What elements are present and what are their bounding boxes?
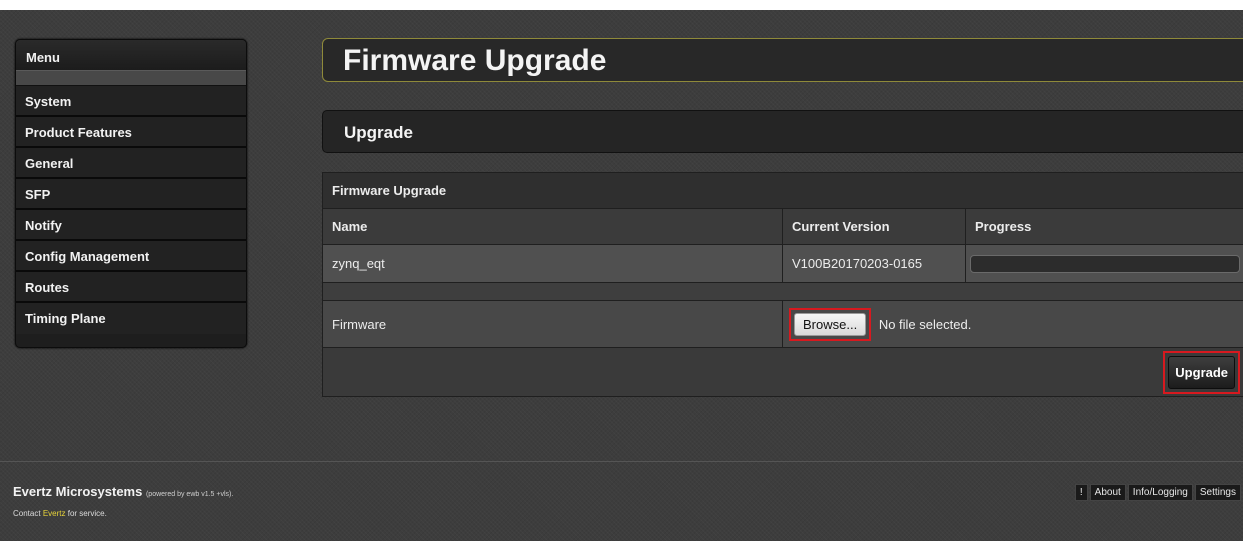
browse-button[interactable]: Browse... <box>794 312 867 336</box>
sidebar-item-product-features[interactable]: Product Features <box>16 117 246 148</box>
firmware-file-row: Firmware Browse... No file selected. <box>322 300 1243 348</box>
footer-brand: Evertz Microsystems (powered by ewb v1.5… <box>13 484 233 499</box>
column-header-progress: Progress <box>964 208 1243 245</box>
firmware-label: Firmware <box>322 300 783 348</box>
sidebar-item-system[interactable]: System <box>16 86 246 117</box>
table-row: zynq_eqt V100B20170203-0165 <box>322 244 1243 283</box>
sidebar-item-timing-plane[interactable]: Timing Plane <box>16 303 246 334</box>
page-title: Firmware Upgrade <box>343 44 607 77</box>
settings-link[interactable]: Settings <box>1194 484 1241 501</box>
sidebar-item-config-management[interactable]: Config Management <box>16 241 246 272</box>
upgrade-button[interactable]: Upgrade <box>1168 355 1236 389</box>
table-caption-row: Firmware Upgrade <box>321 172 1243 209</box>
powered-by: (powered by ewb v1.5 +vls). <box>145 491 234 498</box>
sidebar-item-general[interactable]: General <box>16 148 246 179</box>
file-picker-cell: Browse... No file selected. <box>781 300 1243 348</box>
sidebar-item-sfp[interactable]: SFP <box>16 179 246 210</box>
action-cell: Upgrade <box>321 347 1243 397</box>
browse-highlight: Browse... <box>789 307 872 341</box>
contact-suffix: for service. <box>67 509 107 518</box>
section-title: Upgrade <box>344 123 413 142</box>
evertz-link[interactable]: Evertz <box>43 509 66 518</box>
sidebar-menu: Menu System Product Features General SFP… <box>15 39 247 348</box>
sidebar-item-notify[interactable]: Notify <box>16 210 246 241</box>
footer-links: ! About Info/Logging Settings <box>1074 484 1241 501</box>
alert-link[interactable]: ! <box>1074 484 1088 501</box>
page-title-box: Firmware Upgrade <box>322 38 1243 82</box>
contact-prefix: Contact <box>13 509 41 518</box>
section-header: Upgrade <box>322 110 1243 153</box>
spacer-cell <box>321 282 1243 301</box>
brand-name: Evertz Microsystems <box>13 484 143 499</box>
upgrade-highlight: Upgrade <box>1163 350 1241 394</box>
action-row: Upgrade <box>321 347 1243 397</box>
menu-title: Menu <box>16 40 246 70</box>
footer-divider <box>0 461 1243 462</box>
table-header-row: Name Current Version Progress <box>322 208 1243 245</box>
firmware-table: Firmware Upgrade Name Current Version Pr… <box>321 172 1243 397</box>
progress-bar <box>970 254 1240 273</box>
file-status: No file selected. <box>878 316 972 332</box>
app-background: Menu System Product Features General SFP… <box>0 10 1243 541</box>
cell-version: V100B20170203-0165 <box>782 244 966 283</box>
menu-divider <box>16 70 246 86</box>
cell-progress <box>964 244 1243 283</box>
table-spacer-row <box>321 282 1243 301</box>
cell-name: zynq_eqt <box>322 244 783 283</box>
column-header-version: Current Version <box>782 208 966 245</box>
about-link[interactable]: About <box>1089 484 1126 501</box>
sidebar-item-routes[interactable]: Routes <box>16 272 246 303</box>
info-logging-link[interactable]: Info/Logging <box>1127 484 1193 501</box>
table-caption: Firmware Upgrade <box>321 172 1243 209</box>
footer-contact: Contact Evertz for service. <box>13 509 107 518</box>
column-header-name: Name <box>322 208 783 245</box>
